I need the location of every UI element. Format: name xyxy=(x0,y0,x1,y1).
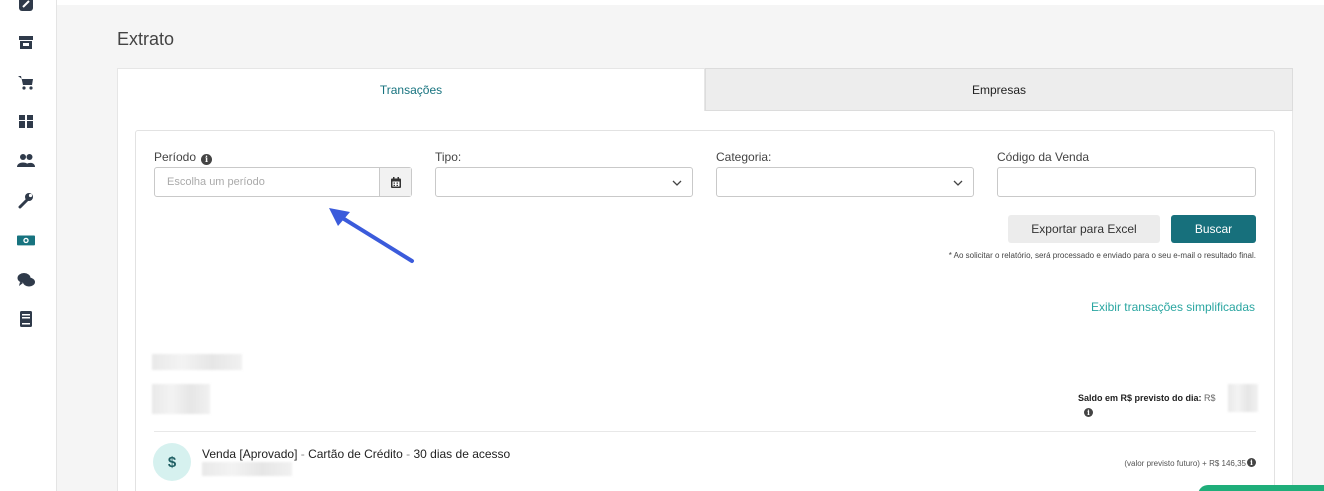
page-title: Extrato xyxy=(117,29,175,49)
blurred-transaction-date xyxy=(202,462,292,476)
chat-widget-button[interactable] xyxy=(1198,485,1324,491)
cart-icon[interactable] xyxy=(16,72,36,92)
transaction-separator: - xyxy=(297,447,309,461)
top-bar xyxy=(57,0,1324,5)
box-icon[interactable] xyxy=(16,111,36,131)
money-icon[interactable] xyxy=(16,230,36,250)
wrench-icon[interactable] xyxy=(16,190,36,210)
dollar-icon: $ xyxy=(153,443,191,481)
transaction-method: Cartão de Crédito xyxy=(308,447,403,461)
book-icon[interactable] xyxy=(16,309,36,329)
chevron-down-icon xyxy=(672,180,682,186)
tab-empresas[interactable]: Empresas xyxy=(705,68,1293,111)
periodo-placeholder: Escolha um período xyxy=(167,176,265,188)
tab-transacoes[interactable]: Transações xyxy=(117,68,705,111)
blurred-saldo xyxy=(1228,384,1258,412)
categoria-label: Categoria: xyxy=(716,150,772,164)
simplified-transactions-link[interactable]: Exibir transações simplificadas xyxy=(1091,300,1255,314)
saldo-previsto: Saldo em R$ previsto do dia: R$ xyxy=(1078,393,1216,403)
edit-icon[interactable] xyxy=(16,0,36,14)
future-sign: + xyxy=(1202,459,1207,468)
export-note: * Ao solicitar o relatório, será process… xyxy=(948,251,1256,260)
periodo-input[interactable]: Escolha um período xyxy=(154,167,412,197)
divider xyxy=(154,431,1256,432)
info-icon[interactable]: i xyxy=(1247,458,1256,467)
store-icon[interactable] xyxy=(16,32,36,52)
users-icon[interactable] xyxy=(16,150,36,170)
transaction-title: Venda [Aprovado] - Cartão de Crédito - 3… xyxy=(202,447,510,461)
transaction-separator: - xyxy=(402,447,414,461)
transaction-plan: 30 dias de acesso xyxy=(413,447,511,461)
saldo-currency: R$ xyxy=(1204,393,1216,403)
periodo-label-text: Período xyxy=(154,150,197,164)
tipo-select[interactable] xyxy=(435,167,693,197)
search-button[interactable]: Buscar xyxy=(1171,215,1256,243)
codigo-input[interactable] xyxy=(997,167,1256,197)
sidebar xyxy=(0,0,57,491)
chat-icon[interactable] xyxy=(16,270,36,290)
periodo-label: Período i xyxy=(154,150,213,165)
info-icon[interactable]: i xyxy=(201,154,213,165)
tipo-label: Tipo: xyxy=(435,150,462,164)
calendar-icon xyxy=(390,176,401,188)
future-amount: R$ 146,35 xyxy=(1209,459,1246,468)
codigo-label: Código da Venda xyxy=(997,150,1090,164)
chevron-down-icon xyxy=(953,180,963,186)
blurred-date xyxy=(152,354,242,370)
transaction-status: Venda [Aprovado] xyxy=(202,447,298,461)
transaction-future-value: (valor previsto futuro) + R$ 146,35 xyxy=(1124,459,1246,468)
export-excel-button[interactable]: Exportar para Excel xyxy=(1008,215,1160,243)
blurred-value xyxy=(152,384,210,414)
categoria-select[interactable] xyxy=(716,167,974,197)
saldo-label: Saldo em R$ previsto do dia: xyxy=(1078,393,1202,403)
calendar-button[interactable] xyxy=(379,168,411,196)
tab-bar: Transações Empresas xyxy=(117,68,1293,111)
future-label: (valor previsto futuro) xyxy=(1124,459,1200,468)
annotation-arrow xyxy=(329,208,414,263)
info-icon[interactable]: i xyxy=(1084,408,1093,417)
